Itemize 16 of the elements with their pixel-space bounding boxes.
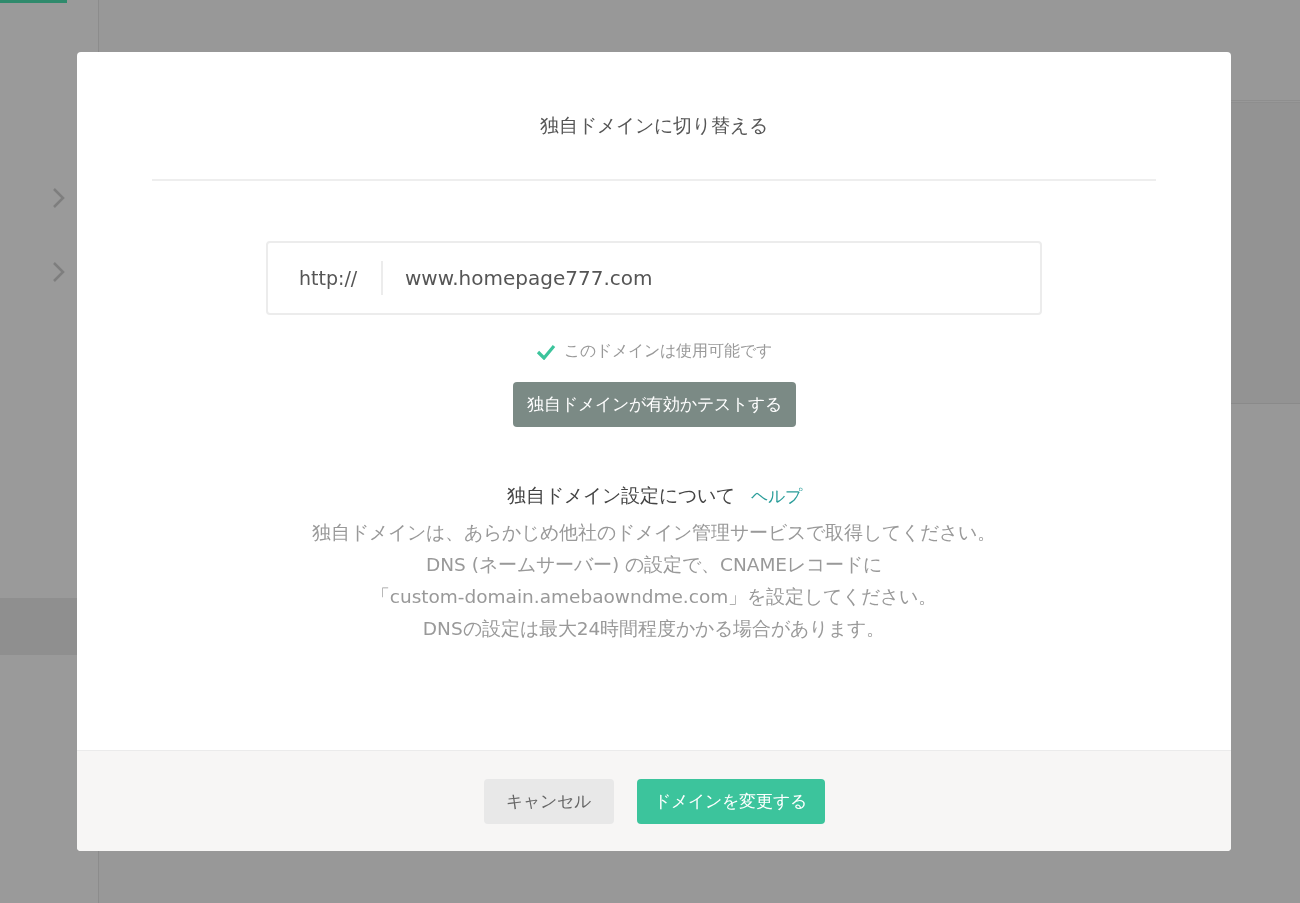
instruction-text: 独自ドメインは、あらかじめ他社のドメイン管理サービスで取得してください。 (312, 521, 996, 545)
domain-input[interactable]: www.homepage777.com (383, 265, 1040, 291)
domain-field[interactable]: http:// www.homepage777.com (266, 241, 1042, 315)
active-tab-underline (0, 0, 67, 3)
availability-message: このドメインは使用可能です (564, 341, 772, 362)
help-heading: 独自ドメイン設定について (506, 483, 735, 508)
dialog-title: 独自ドメインに切り替える (540, 113, 768, 138)
cancel-button[interactable]: キャンセル (483, 778, 614, 824)
help-link[interactable]: ヘルプ (750, 485, 802, 508)
test-domain-button[interactable]: 独自ドメインが有効かテストする (512, 382, 796, 427)
url-prefix: http:// (268, 261, 383, 295)
chevron-right-icon[interactable] (52, 187, 66, 209)
instruction-text: DNSの設定は最大24時間程度かかる場合があります。 (422, 617, 886, 641)
instruction-text: DNS (ネームサーバー) の設定で、CNAMEレコードに (425, 553, 883, 577)
chevron-right-icon[interactable] (52, 261, 66, 283)
instruction-text: 「custom-domain.amebaowndme.com」を設定してください。 (370, 585, 938, 609)
